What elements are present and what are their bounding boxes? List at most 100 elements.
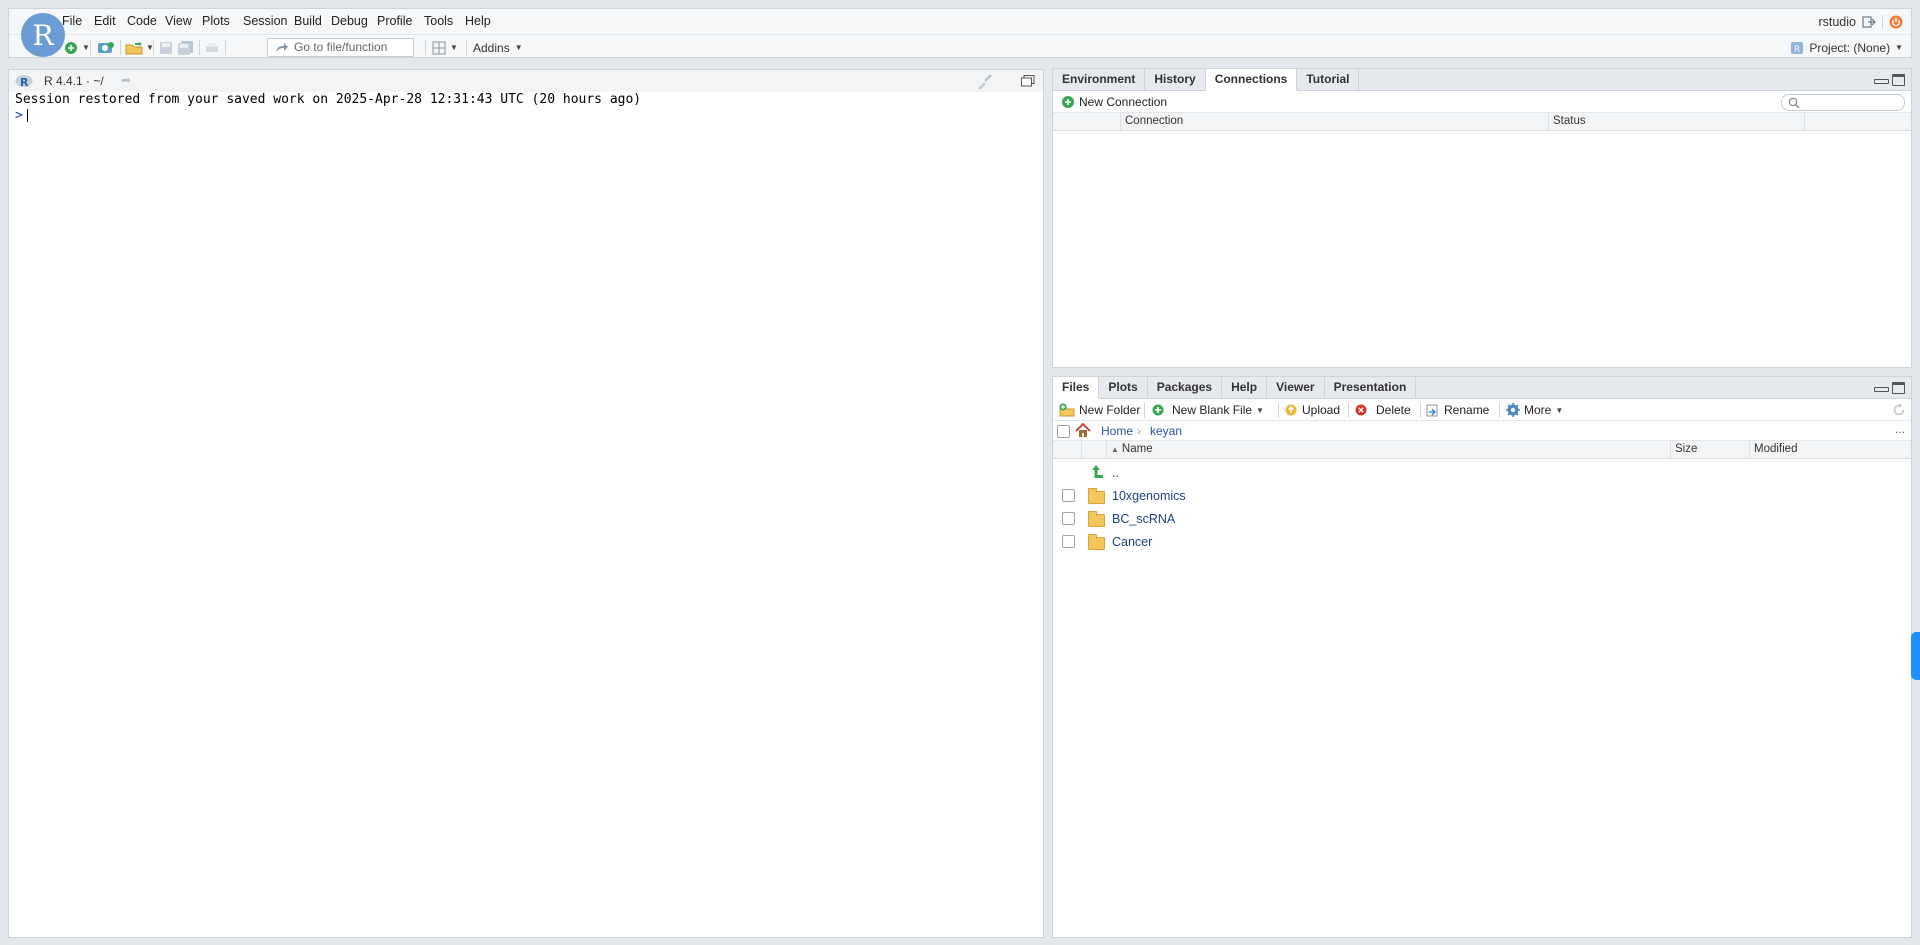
pane-layout-button[interactable]: ▼ [432, 39, 458, 56]
upload-icon [1285, 404, 1297, 416]
username: rstudio [1818, 14, 1856, 29]
menu-edit[interactable]: Edit [94, 9, 116, 34]
breadcrumb-home[interactable]: Home [1101, 424, 1133, 438]
connections-pane: Environment History Connections Tutorial… [1052, 68, 1912, 368]
delete-label: Delete [1376, 403, 1411, 417]
folder-name[interactable]: Cancer [1112, 535, 1152, 549]
new-blank-file-button[interactable]: New Blank File ▼ [1151, 402, 1264, 418]
print-button[interactable] [205, 39, 219, 56]
tab-plots[interactable]: Plots [1099, 377, 1148, 399]
tab-packages[interactable]: Packages [1148, 377, 1223, 399]
column-status[interactable]: Status [1548, 113, 1804, 131]
save-all-button[interactable] [178, 39, 194, 56]
row-checkbox[interactable] [1062, 512, 1075, 525]
delete-icon [1355, 404, 1367, 416]
list-item[interactable]: BC_scRNA [1053, 508, 1911, 530]
console-output[interactable]: Session restored from your saved work on… [15, 92, 1037, 124]
grid-layout-icon [432, 41, 446, 54]
menu-code[interactable]: Code [127, 9, 157, 34]
sort-ascending-icon: ▲ [1111, 445, 1119, 454]
toolbar-divider [1348, 403, 1349, 418]
breadcrumb-separator-icon: › [1137, 424, 1141, 438]
connections-table-header: Connection Status [1053, 113, 1911, 131]
column-size[interactable]: Size [1670, 441, 1749, 459]
parent-directory-row[interactable]: .. [1053, 462, 1911, 484]
open-folder-icon [125, 41, 143, 54]
chevron-down-icon: ▼ [1256, 405, 1264, 415]
menu-help[interactable]: Help [465, 9, 491, 34]
connections-search-input[interactable] [1781, 94, 1905, 111]
goto-file-function-input[interactable]: Go to file/function [267, 38, 414, 57]
select-all-checkbox[interactable] [1057, 425, 1070, 438]
menu-plots[interactable]: Plots [202, 9, 230, 34]
list-item[interactable]: Cancer [1053, 531, 1911, 553]
new-file-button[interactable]: ▼ [64, 39, 90, 56]
upload-button[interactable]: Upload [1284, 402, 1340, 418]
list-item[interactable]: 10xgenomics [1053, 485, 1911, 507]
tab-help[interactable]: Help [1222, 377, 1268, 399]
rename-icon [1426, 404, 1438, 417]
folder-name[interactable]: BC_scRNA [1112, 512, 1175, 526]
menu-file[interactable]: File [62, 9, 82, 34]
refresh-icon[interactable] [1892, 403, 1906, 417]
menu-session[interactable]: Session [243, 9, 287, 34]
new-blank-file-label: New Blank File [1172, 403, 1253, 417]
more-label: More [1524, 403, 1552, 417]
menu-debug[interactable]: Debug [331, 9, 368, 34]
page-scroll-handle[interactable] [1911, 632, 1920, 680]
breadcrumb-more-button[interactable]: ... [1895, 422, 1905, 436]
addins-menu[interactable]: Addins ▼ [473, 39, 523, 56]
toolbar-divider [153, 40, 154, 55]
new-folder-icon [1059, 403, 1075, 417]
r-logo-letter: R [32, 18, 54, 52]
parent-directory-link[interactable]: .. [1112, 466, 1119, 480]
console-input-line[interactable]: > [15, 108, 1037, 124]
toolbar-divider [90, 40, 91, 55]
tab-viewer[interactable]: Viewer [1267, 377, 1325, 399]
toolbar-divider [199, 40, 200, 55]
new-connection-button[interactable]: New Connection [1061, 94, 1167, 110]
save-button[interactable] [159, 39, 173, 56]
tab-environment[interactable]: Environment [1053, 69, 1146, 91]
new-folder-button[interactable]: New Folder [1059, 402, 1140, 418]
minimize-pane-icon[interactable] [1874, 382, 1889, 394]
row-checkbox[interactable] [1062, 489, 1075, 502]
row-checkbox[interactable] [1062, 535, 1075, 548]
tab-files[interactable]: Files [1053, 377, 1100, 399]
power-icon[interactable] [1889, 15, 1903, 29]
maximize-pane-icon[interactable] [1892, 382, 1905, 394]
open-file-button[interactable]: ▼ [125, 39, 154, 56]
plus-circle-icon [1062, 96, 1074, 108]
rename-button[interactable]: Rename [1426, 402, 1489, 418]
tab-history[interactable]: History [1145, 69, 1206, 91]
breadcrumb-keyan[interactable]: keyan [1150, 424, 1182, 438]
column-connection[interactable]: Connection [1120, 113, 1548, 131]
working-directory[interactable]: · ~/ [86, 74, 104, 88]
maximize-console-icon[interactable] [1021, 75, 1035, 87]
more-menu-button[interactable]: More ▼ [1506, 402, 1563, 418]
goto-directory-icon[interactable]: ➦ [121, 73, 131, 87]
menu-tools[interactable]: Tools [424, 9, 453, 34]
print-icon [206, 42, 218, 52]
files-list: .. 10xgenomics BC_scRNA Cancer [1053, 462, 1911, 937]
clear-console-icon[interactable] [975, 74, 993, 90]
menu-view[interactable]: View [165, 9, 192, 34]
r-version-label: R 4.4.1 · ~/ [44, 74, 104, 88]
minimize-pane-icon[interactable] [1874, 74, 1889, 86]
svg-text:R: R [20, 76, 29, 89]
tab-presentation[interactable]: Presentation [1325, 377, 1417, 399]
menu-profile[interactable]: Profile [377, 9, 412, 34]
delete-button[interactable]: Delete [1354, 402, 1411, 418]
folder-name[interactable]: 10xgenomics [1112, 489, 1186, 503]
menu-build[interactable]: Build [294, 9, 322, 34]
sign-out-icon[interactable] [1862, 15, 1876, 29]
new-project-button[interactable] [97, 39, 115, 56]
column-name[interactable]: ▲ Name [1106, 441, 1670, 459]
tab-connections[interactable]: Connections [1205, 69, 1298, 91]
home-icon[interactable] [1075, 423, 1091, 438]
column-modified[interactable]: Modified [1749, 441, 1911, 459]
save-all-icon [178, 40, 193, 55]
maximize-pane-icon[interactable] [1892, 74, 1905, 86]
tab-tutorial[interactable]: Tutorial [1297, 69, 1360, 91]
project-menu[interactable]: R Project: (None) ▼ [1790, 38, 1903, 57]
